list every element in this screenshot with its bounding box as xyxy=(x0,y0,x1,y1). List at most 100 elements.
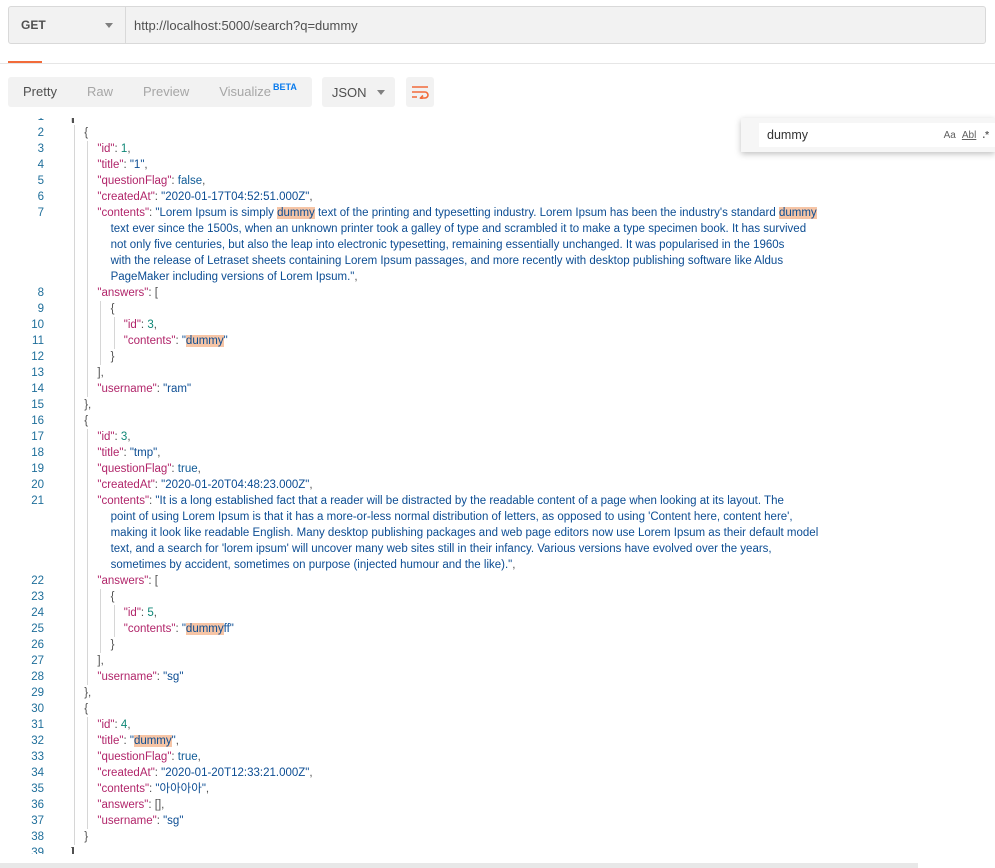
code-text: text ever since the 1500s, when an unkno… xyxy=(111,221,807,237)
code-text: "title": "1", xyxy=(97,157,147,173)
code-line: 38} xyxy=(0,829,995,845)
indent-guide xyxy=(100,301,102,365)
code-token: "createdAt" xyxy=(97,191,155,203)
code-token: { xyxy=(84,127,89,139)
http-method-select[interactable]: GET xyxy=(9,7,126,43)
active-tab-indicator xyxy=(8,61,42,63)
horizontal-scrollbar[interactable] xyxy=(0,863,918,868)
code-token: "tmp" xyxy=(129,447,158,459)
code-token: "contents" xyxy=(123,623,176,635)
code-token: } xyxy=(84,831,89,843)
code-token: "contents" xyxy=(97,207,150,219)
code-text: "questionFlag": false, xyxy=(97,173,205,189)
tab-pretty[interactable]: Pretty xyxy=(8,77,72,107)
code-token: "1" xyxy=(129,159,145,171)
line-number: 30 xyxy=(31,703,44,715)
code-token: , xyxy=(309,191,313,203)
line-number: 20 xyxy=(31,479,44,491)
code-token: "id" xyxy=(97,719,115,731)
response-body-editor[interactable]: 1[2{3"id": 1,4"title": "1",5"questionFla… xyxy=(0,118,995,854)
code-token: "2020-01-20T12:33:21.000Z" xyxy=(161,767,310,779)
code-token: : [ xyxy=(148,575,158,587)
code-token: "questionFlag" xyxy=(97,751,172,763)
code-text: "answers": [ xyxy=(97,285,158,301)
code-text: text, and a search for 'lorem ipsum' wil… xyxy=(111,541,772,557)
code-token: : [ xyxy=(148,287,158,299)
code-token: , xyxy=(197,463,201,475)
code-text: "contents": "dummyff" xyxy=(124,621,234,637)
code-text: "answers": [], xyxy=(97,797,164,813)
line-number: 33 xyxy=(31,751,44,763)
code-token: "아아아아" xyxy=(155,783,206,795)
code-token: "answers" xyxy=(97,799,149,811)
wrap-lines-button[interactable] xyxy=(405,77,434,107)
indent-guide xyxy=(87,141,89,397)
code-line: 20 "createdAt": "2020-01-20T04:48:23.000Z… xyxy=(0,477,995,493)
line-number: 15 xyxy=(31,399,44,411)
code-text: "createdAt": "2020-01-17T04:52:51.000Z", xyxy=(97,189,312,205)
request-url-bar: GET xyxy=(8,6,986,44)
code-token: , xyxy=(144,159,148,171)
tab-visualize[interactable]: Visualize BETA xyxy=(204,77,312,107)
http-method-label: GET xyxy=(21,18,46,32)
url-input[interactable] xyxy=(126,7,985,43)
wrap-lines-icon xyxy=(411,86,429,99)
code-token: "answers" xyxy=(97,287,149,299)
code-line: 36 "answers": [], xyxy=(0,797,995,813)
code-line: 8 "answers": [ xyxy=(0,285,995,301)
line-number: 3 xyxy=(37,143,44,155)
format-select[interactable]: JSON xyxy=(321,77,395,107)
code-text: not only five centuries, but also the le… xyxy=(111,237,785,253)
code-text: "username": "sg" xyxy=(97,813,183,829)
code-text: } xyxy=(111,349,115,365)
code-text: "contents": "Lorem Ipsum is simply dummy… xyxy=(97,205,817,221)
text-cursor xyxy=(72,847,74,854)
line-number: 28 xyxy=(31,671,44,683)
code-line: 14 "username": "ram" xyxy=(0,381,995,397)
tab-preview[interactable]: Preview xyxy=(128,77,204,107)
code-token: "title" xyxy=(97,735,124,747)
code-token: text, and a search for 'lorem ipsum' wil… xyxy=(110,543,772,555)
tab-raw[interactable]: Raw xyxy=(72,77,128,107)
code-token: , xyxy=(354,271,358,283)
line-number: 29 xyxy=(31,687,44,699)
code-token: } xyxy=(110,639,115,651)
code-token: , xyxy=(512,559,516,571)
code-line: 32 "title": "dummy", xyxy=(0,733,995,749)
code-token: "username" xyxy=(97,383,157,395)
code-line: text, and a search for 'lorem ipsum' wil… xyxy=(0,541,995,557)
code-token: "username" xyxy=(97,815,157,827)
code-line: 16 { xyxy=(0,413,995,429)
chevron-down-icon xyxy=(376,89,385,95)
find-widget: Aa Abl .* xyxy=(741,118,995,152)
line-number: 11 xyxy=(32,335,44,347)
regex-toggle[interactable]: .* xyxy=(982,130,989,141)
code-token: , xyxy=(157,447,161,459)
code-line: 11 "contents": "dummy" xyxy=(0,333,995,349)
match-case-toggle[interactable]: Aa xyxy=(944,130,956,141)
find-input[interactable] xyxy=(765,127,938,143)
tab-visualize-label: Visualize xyxy=(219,84,272,99)
search-match: dummy xyxy=(133,735,172,747)
code-line: 39] xyxy=(0,845,995,854)
code-text: { xyxy=(111,589,115,605)
code-line: 18 "title": "tmp", xyxy=(0,445,995,461)
line-number: 38 xyxy=(31,831,44,843)
code-line: 28 "username": "sg" xyxy=(0,669,995,685)
response-toolbar: Pretty Raw Preview Visualize BETA JSON xyxy=(8,77,434,107)
code-line: 6 "createdAt": "2020-01-17T04:52:51.000Z"… xyxy=(0,189,995,205)
line-number: 1 xyxy=(0,118,44,125)
line-number: 10 xyxy=(31,319,44,331)
code-line: 9{ xyxy=(0,301,995,317)
code-line: 15}, xyxy=(0,397,995,413)
code-text: "id": 5, xyxy=(124,605,157,621)
line-number: 4 xyxy=(37,159,44,171)
code-line: 29}, xyxy=(0,685,995,701)
code-text: { xyxy=(84,125,88,141)
code-text: { xyxy=(84,701,88,717)
line-number: 8 xyxy=(37,287,44,299)
line-number: 6 xyxy=(37,191,44,203)
code-token: "id" xyxy=(123,607,141,619)
code-line: 5 "questionFlag": false, xyxy=(0,173,995,189)
match-whole-word-toggle[interactable]: Abl xyxy=(962,130,976,141)
